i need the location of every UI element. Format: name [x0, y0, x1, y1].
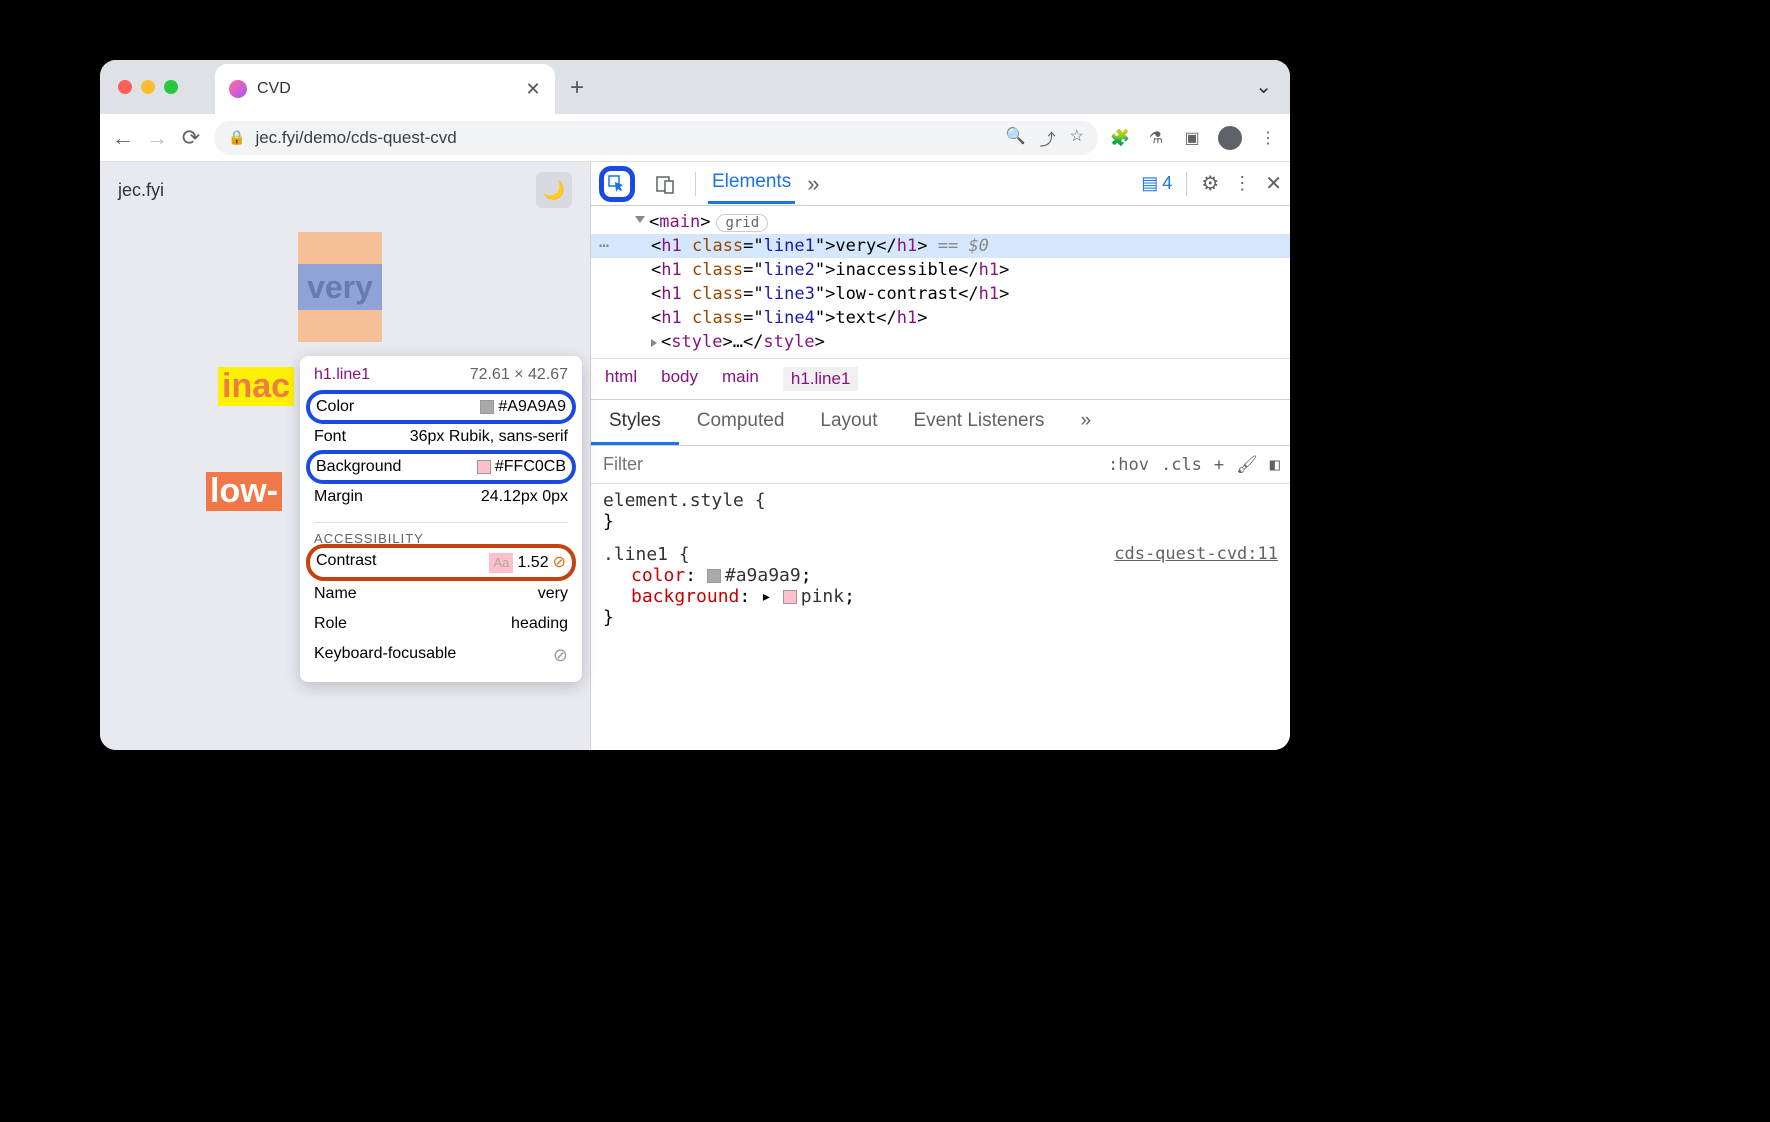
dom-h1-line4[interactable]: <h1 class="line4">text</h1> [591, 306, 1290, 330]
popup-margin-row: Margin 24.12px 0px [314, 482, 568, 512]
source-link[interactable]: cds-quest-cvd:11 [1114, 544, 1278, 564]
styles-filter-row: :hov .cls + 🖌 ◧ [591, 446, 1290, 484]
crumb-html[interactable]: html [605, 367, 637, 391]
styles-tabs-row: Styles Computed Layout Event Listeners » [591, 399, 1290, 446]
demo-line-3[interactable]: low- [206, 472, 282, 511]
devtools-menu-icon[interactable]: ⋮ [1233, 173, 1251, 194]
grid-badge[interactable]: grid [716, 214, 768, 232]
element-inspect-popup: h1.line1 72.61 × 42.67 Color #A9A9A9 Fon… [300, 356, 582, 682]
elements-tab[interactable]: Elements [708, 163, 795, 204]
new-tab-button[interactable]: + [570, 74, 584, 102]
warning-icon: ⊘ [553, 554, 566, 571]
popup-font-row: Font 36px Rubik, sans-serif [314, 422, 568, 452]
styles-filter-input[interactable] [591, 446, 1098, 483]
browser-window: CVD ✕ + ⌄ ← → ⟳ 🔒 jec.fyi/demo/cds-quest… [100, 60, 1290, 750]
line1-rule-block[interactable]: cds-quest-cvd:11 .line1 { color: #a9a9a9… [591, 538, 1290, 634]
brush-icon[interactable]: 🖌 [1236, 455, 1258, 475]
dom-h1-line3[interactable]: <h1 class="line3">low-contrast</h1> [591, 282, 1290, 306]
crumb-body[interactable]: body [661, 367, 698, 391]
share-icon[interactable]: ⤴ [1040, 126, 1056, 150]
crumb-current[interactable]: h1.line1 [783, 367, 859, 391]
bookmark-icon[interactable]: ☆ [1070, 126, 1084, 150]
address-bar[interactable]: 🔒 jec.fyi/demo/cds-quest-cvd 🔍 ⤴ ☆ [214, 121, 1098, 155]
popup-color-row: Color #A9A9A9 [306, 390, 576, 424]
cls-toggle[interactable]: .cls [1161, 455, 1202, 475]
zoom-icon[interactable]: 🔍 [1006, 126, 1026, 150]
browser-tab[interactable]: CVD ✕ [215, 64, 555, 114]
issues-button[interactable]: ▤4 [1141, 173, 1172, 194]
layout-tab[interactable]: Layout [802, 400, 895, 445]
styles-tab[interactable]: Styles [591, 400, 679, 445]
hov-toggle[interactable]: :hov [1108, 455, 1149, 475]
popup-name-row: Name very [314, 579, 568, 609]
devtools-close-button[interactable]: ✕ [1265, 171, 1282, 196]
labs-icon[interactable]: ⚗ [1146, 128, 1166, 148]
crumb-main[interactable]: main [722, 367, 759, 391]
page-viewport: jec.fyi 🌙 very inac low- h1.line1 72.61 … [100, 162, 590, 750]
device-toolbar-button[interactable] [647, 166, 683, 202]
computed-tab[interactable]: Computed [679, 400, 803, 445]
url-text: jec.fyi/demo/cds-quest-cvd [255, 128, 456, 148]
dom-main-element[interactable]: <main>grid [591, 210, 1290, 234]
panel-icon[interactable]: ▣ [1182, 128, 1202, 148]
maximize-window-button[interactable] [164, 80, 178, 94]
dom-style-element[interactable]: <style>…</style> [591, 330, 1290, 354]
tabs-menu-button[interactable]: ⌄ [1255, 74, 1272, 99]
site-title: jec.fyi [118, 180, 572, 201]
popup-background-row: Background #FFC0CB [306, 450, 576, 484]
profile-icon[interactable] [1218, 126, 1242, 150]
dom-tree[interactable]: <main>grid <h1 class="line1">very</h1> =… [591, 206, 1290, 358]
traffic-lights [118, 80, 178, 94]
more-tabs-button[interactable]: » [807, 171, 819, 197]
minimize-window-button[interactable] [141, 80, 155, 94]
settings-icon[interactable]: ⚙ [1201, 171, 1219, 196]
ban-icon: ⊘ [553, 645, 568, 666]
dom-breadcrumb[interactable]: html body main h1.line1 [591, 358, 1290, 399]
popup-contrast-row: Contrast Aa1.52⊘ [306, 544, 576, 581]
demo-line-1[interactable]: very [298, 232, 382, 342]
close-tab-button[interactable]: ✕ [525, 81, 541, 97]
computed-panel-toggle[interactable]: ◧ [1270, 455, 1280, 475]
chat-icon: ▤ [1141, 173, 1158, 194]
popup-accessibility-label: ACCESSIBILITY [314, 522, 568, 546]
inspect-element-button[interactable] [599, 166, 635, 202]
favicon [229, 80, 247, 98]
popup-dimensions: 72.61 × 42.67 [470, 366, 568, 384]
titlebar: CVD ✕ + ⌄ [100, 60, 1290, 114]
address-bar-row: ← → ⟳ 🔒 jec.fyi/demo/cds-quest-cvd 🔍 ⤴ ☆… [100, 114, 1290, 162]
new-style-button[interactable]: + [1214, 455, 1224, 475]
back-button[interactable]: ← [112, 127, 134, 149]
menu-icon[interactable]: ⋮ [1258, 128, 1278, 148]
devtools-panel: Elements » ▤4 ⚙ ⋮ ✕ <main>grid <h1 cl [590, 162, 1290, 750]
more-styles-tabs[interactable]: » [1062, 400, 1109, 445]
dom-h1-line1[interactable]: <h1 class="line1">very</h1> == $0 [591, 234, 1290, 258]
element-style-block[interactable]: element.style { } [591, 484, 1290, 538]
lock-icon: 🔒 [228, 129, 245, 146]
popup-selector: h1.line1 [314, 366, 370, 384]
popup-keyboard-row: Keyboard-focusable ⊘ [314, 639, 568, 672]
event-listeners-tab[interactable]: Event Listeners [895, 400, 1062, 445]
dom-h1-line2[interactable]: <h1 class="line2">inaccessible</h1> [591, 258, 1290, 282]
reload-button[interactable]: ⟳ [180, 127, 202, 149]
extensions-icon[interactable]: 🧩 [1110, 128, 1130, 148]
tab-title: CVD [257, 80, 515, 98]
demo-line-2[interactable]: inac [218, 367, 294, 406]
dark-mode-toggle[interactable]: 🌙 [536, 172, 572, 208]
forward-button[interactable]: → [146, 127, 168, 149]
popup-role-row: Role heading [314, 609, 568, 639]
devtools-toolbar: Elements » ▤4 ⚙ ⋮ ✕ [591, 162, 1290, 206]
close-window-button[interactable] [118, 80, 132, 94]
